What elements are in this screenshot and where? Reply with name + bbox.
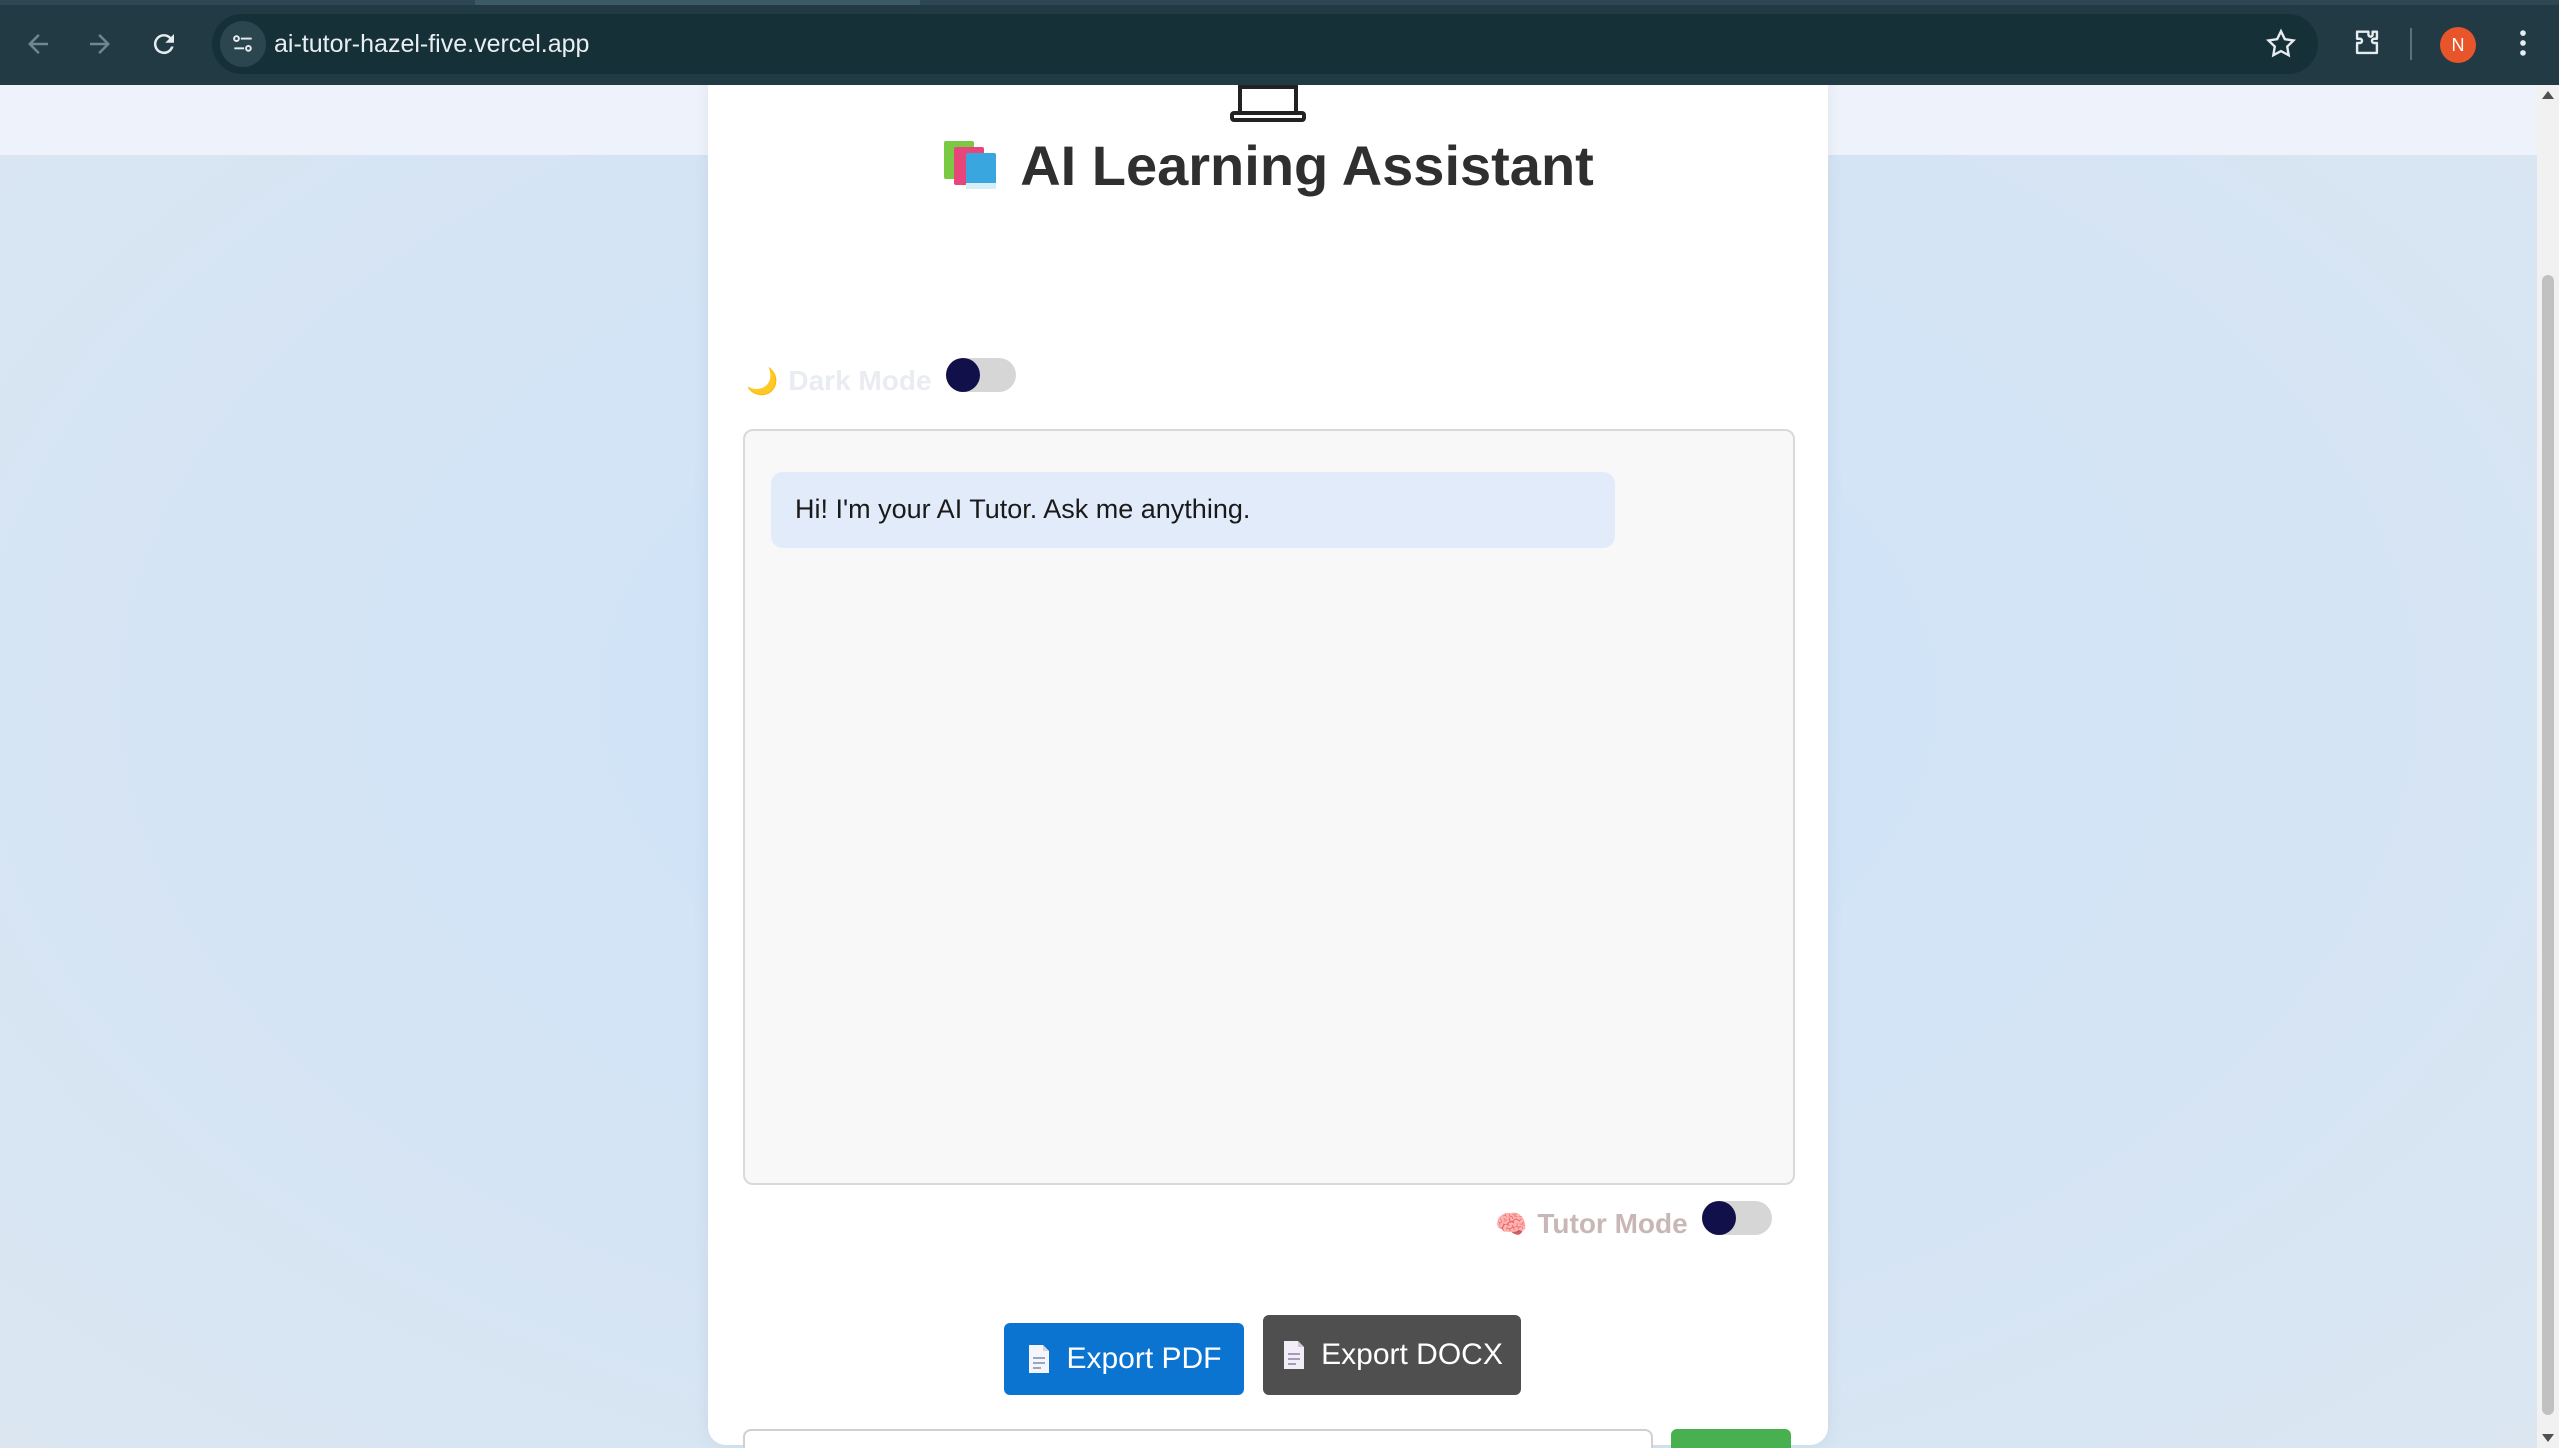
site-settings-icon [233, 35, 252, 52]
export-docx-label: Export DOCX [1321, 1338, 1503, 1371]
question-input[interactable] [743, 1429, 1653, 1448]
tutor-mode-label: Tutor Mode [1537, 1208, 1688, 1239]
page-scrollbar[interactable] [2537, 85, 2559, 1448]
reload-icon [153, 34, 174, 55]
export-docx-button[interactable]: Export DOCX [1263, 1315, 1521, 1395]
site-settings-button[interactable] [220, 21, 266, 67]
active-tab[interactable] [475, 0, 920, 5]
page-viewport: AI Learning Assistant 🌙 Dark Mode Hi! I'… [0, 85, 2537, 1448]
scroll-up-arrow-icon[interactable] [2542, 91, 2554, 99]
dark-mode-switch[interactable] [945, 358, 1016, 392]
forward-button[interactable] [76, 20, 124, 68]
dark-mode-toggle-row: 🌙 Dark Mode [746, 358, 1016, 397]
brain-icon: 🧠 [1495, 1208, 1528, 1239]
scrollbar-thumb[interactable] [2542, 275, 2554, 1415]
browser-toolbar: ai-tutor-hazel-five.vercel.app N [0, 0, 2559, 85]
tutor-mode-toggle-row: 🧠 Tutor Mode [1495, 1201, 1772, 1240]
forward-arrow-icon [90, 34, 110, 54]
menu-dots-icon[interactable] [2506, 26, 2540, 60]
toolbar-divider [2410, 28, 2412, 60]
reload-button[interactable] [140, 20, 188, 68]
chat-window[interactable]: Hi! I'm your AI Tutor. Ask me anything. [743, 429, 1795, 1185]
star-icon[interactable] [2264, 27, 2298, 61]
page-title: AI Learning Assistant [708, 133, 1828, 198]
extensions-icon[interactable] [2350, 26, 2384, 60]
scroll-down-arrow-icon[interactable] [2542, 1434, 2554, 1442]
export-pdf-label: Export PDF [1066, 1342, 1222, 1375]
document-icon [1284, 1341, 1305, 1369]
books-icon [944, 141, 997, 189]
back-button[interactable] [14, 20, 62, 68]
page-title-text: AI Learning Assistant [1020, 134, 1594, 197]
tutor-mode-switch-knob [1701, 1201, 1736, 1235]
laptop-icon [1230, 85, 1306, 122]
address-bar[interactable]: ai-tutor-hazel-five.vercel.app [212, 14, 2318, 74]
url-text[interactable]: ai-tutor-hazel-five.vercel.app [274, 30, 589, 59]
send-button[interactable]: Send [1671, 1429, 1791, 1448]
bot-message: Hi! I'm your AI Tutor. Ask me anything. [771, 472, 1615, 548]
back-arrow-icon [28, 34, 48, 54]
tab-strip [0, 0, 2559, 5]
assistant-card: AI Learning Assistant 🌙 Dark Mode Hi! I'… [708, 85, 1828, 1448]
document-icon [1029, 1345, 1050, 1373]
dark-mode-label: Dark Mode [788, 365, 932, 396]
tutor-mode-switch[interactable] [1701, 1201, 1772, 1235]
export-pdf-button[interactable]: Export PDF [1004, 1323, 1244, 1395]
moon-icon: 🌙 [746, 365, 779, 396]
profile-avatar[interactable]: N [2440, 27, 2476, 63]
dark-mode-switch-knob [945, 358, 980, 392]
